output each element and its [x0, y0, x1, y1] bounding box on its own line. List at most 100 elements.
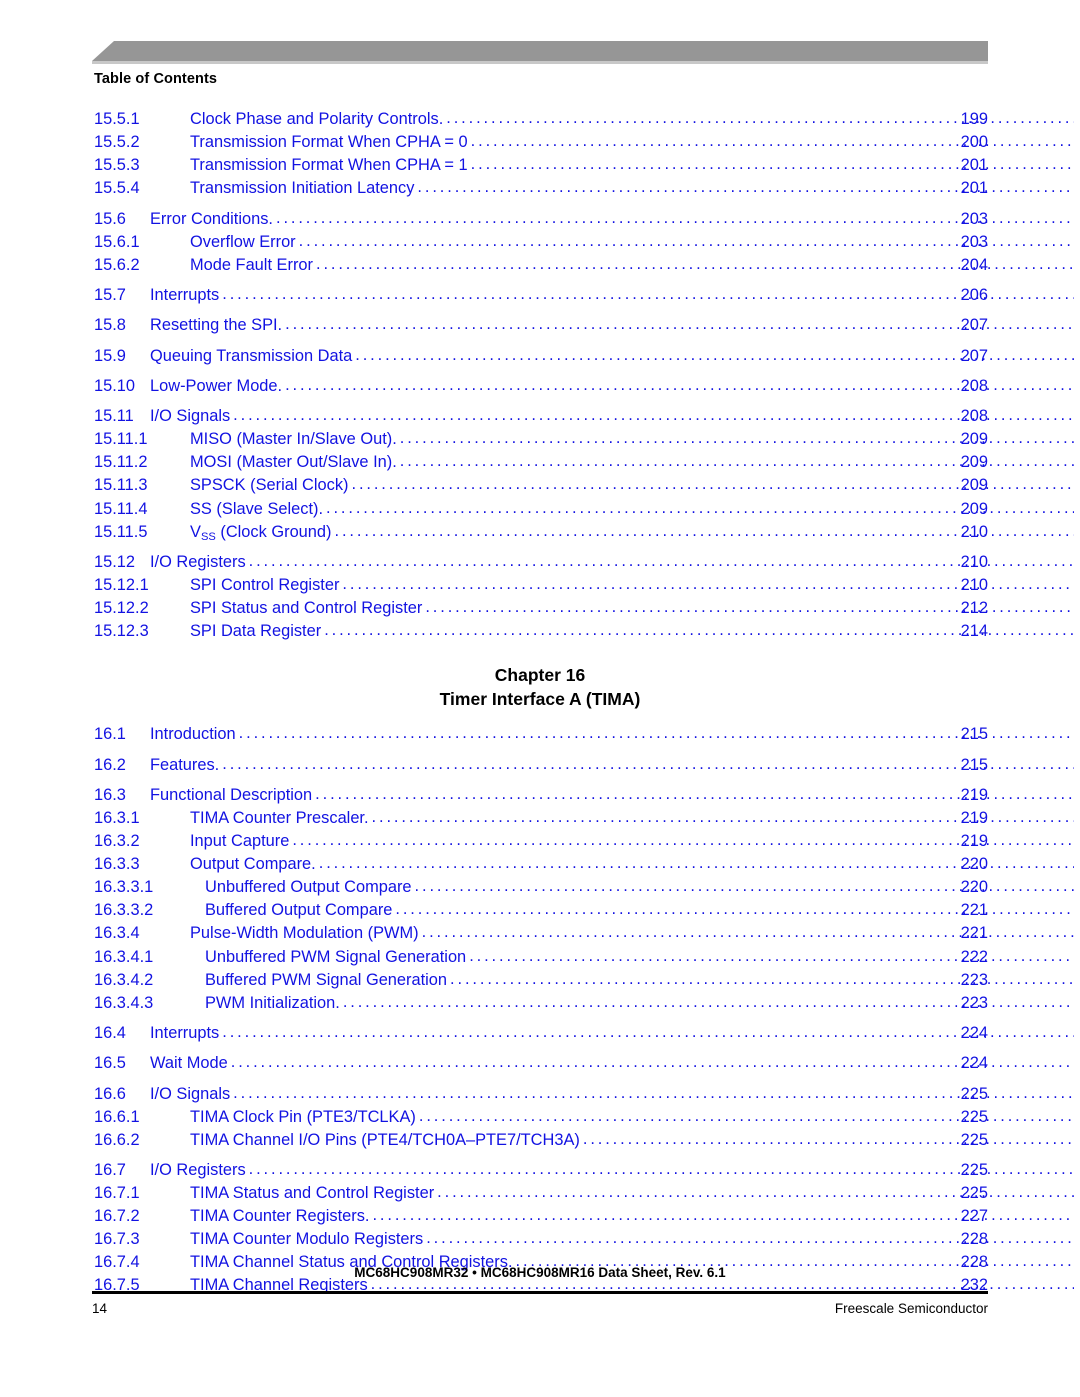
toc-entry-page-number: 215 [960, 725, 988, 744]
toc-entry[interactable]: 16.3.4.2 Buffered PWM Signal Generation..… [0, 971, 1080, 994]
toc-entry-page-number: 214 [960, 622, 988, 641]
toc-entry-page-number: 219 [960, 785, 988, 804]
toc-entry-number: 15.6.2 [94, 255, 140, 274]
toc-entry[interactable]: 15.5.2 Transmission Format When CPHA = 0.… [0, 133, 1080, 156]
toc-entry-page-number: 225 [960, 1084, 988, 1103]
toc-entry-title: Low-Power Mode. [150, 376, 283, 395]
toc-entry[interactable]: 16.3.3.1 Unbuffered Output Compare.......… [0, 878, 1080, 901]
toc-entry-number: 16.3.3 [94, 855, 140, 874]
toc-entry[interactable]: 15.5.1 Clock Phase and Polarity Controls.… [0, 110, 1080, 133]
toc-entry[interactable]: 15.9 Queuing Transmission Data...........… [0, 347, 1080, 370]
toc-entry-title: Buffered Output Compare [205, 901, 393, 920]
toc-entry-page-number: 225 [960, 1107, 988, 1126]
toc-entry[interactable]: 16.3.3 Output Compare....................… [0, 855, 1080, 878]
toc-entry[interactable]: 15.11.5 VSS (Clock Ground)...............… [0, 523, 1080, 546]
toc-entry-title: Pulse-Width Modulation (PWM) [190, 924, 419, 943]
toc-entry[interactable]: 16.3.1 TIMA Counter Prescaler............… [0, 809, 1080, 832]
toc-entry-page-number: 210 [960, 552, 988, 571]
toc-entry[interactable]: 16.3.4.1 Unbuffered PWM Signal Generation… [0, 948, 1080, 971]
toc-entry-page-number: 215 [960, 755, 988, 774]
toc-entry-title: TIMA Status and Control Register [190, 1184, 435, 1203]
toc-entry[interactable]: 16.1 Introduction........................… [0, 725, 1080, 748]
toc-entry-number: 16.2 [94, 755, 126, 774]
toc-entry[interactable]: 15.6 Error Conditions....................… [0, 210, 1080, 233]
toc-entry[interactable]: 15.12 I/O Registers......................… [0, 553, 1080, 576]
toc-entry-page-number: 220 [960, 878, 988, 897]
toc-entry-number: 15.11 [94, 407, 134, 426]
toc-entry[interactable]: 16.7.1 TIMA Status and Control Register..… [0, 1184, 1080, 1207]
toc-entry-title: Interrupts [150, 1023, 220, 1042]
toc-entry-title: Wait Mode [150, 1054, 228, 1073]
toc-entry-title: Overflow Error [190, 232, 296, 251]
toc-entry-page-number: 212 [960, 599, 988, 618]
toc-entry[interactable]: 15.12.3 SPI Data Register................… [0, 622, 1080, 645]
toc-entry-page-number: 209 [960, 453, 988, 472]
toc-entry-title-wrap: Introduction............................… [150, 725, 1074, 744]
toc-entry-page-number: 225 [960, 1130, 988, 1149]
toc-entry[interactable]: 15.8 Resetting the SPI...................… [0, 316, 1080, 339]
toc-entry[interactable]: 16.6 I/O Signals.........................… [0, 1085, 1080, 1108]
toc-entry[interactable]: 15.12.1 SPI Control Register.............… [0, 576, 1080, 599]
toc-entry[interactable]: 16.3 Functional Description..............… [0, 786, 1080, 809]
toc-entry[interactable]: 16.2 Features............................… [0, 756, 1080, 779]
toc-entry-title: TIMA Counter Modulo Registers [190, 1230, 424, 1249]
toc-entry-number: 15.5.4 [94, 179, 140, 198]
toc-entry-title: I/O Signals [150, 1084, 231, 1103]
chapter-heading: Chapter 16 Timer Interface A (TIMA) [0, 663, 1080, 711]
toc-entry-page-number: 219 [960, 832, 988, 851]
toc-entry-title: PWM Initialization. [205, 993, 340, 1012]
toc-entry[interactable]: 15.12.2 SPI Status and Control Register..… [0, 599, 1080, 622]
toc-entry-title: Introduction [150, 725, 236, 744]
toc-entry-title: Input Capture [190, 832, 290, 851]
toc-entry-title: Transmission Format When CPHA = 1 [190, 156, 468, 175]
toc-entry[interactable]: 15.11 I/O Signals........................… [0, 407, 1080, 430]
toc-entry-title: SPI Status and Control Register [190, 599, 423, 618]
toc-entry[interactable]: 16.3.4.3 PWM Initialization..............… [0, 994, 1080, 1017]
toc-entry-page-number: 201 [960, 156, 988, 175]
toc-entry-page-number: 228 [960, 1230, 988, 1249]
toc-entry[interactable]: 15.5.4 Transmission Initiation Latency...… [0, 179, 1080, 202]
toc-entry-page-number: 224 [960, 1023, 988, 1042]
toc-entry-title: VSS (Clock Ground) [190, 522, 332, 542]
toc-entry[interactable]: 16.3.3.2 Buffered Output Compare.........… [0, 901, 1080, 924]
toc-entry[interactable]: 15.7 Interrupts..........................… [0, 286, 1080, 309]
toc-entry[interactable]: 16.7.3 TIMA Counter Modulo Registers.....… [0, 1230, 1080, 1253]
toc-list-chapter-15: 15.5.1 Clock Phase and Polarity Controls.… [0, 110, 1080, 645]
toc-entry[interactable]: 15.6.2 Mode Fault Error..................… [0, 256, 1080, 279]
toc-entry-number: 15.9 [94, 346, 126, 365]
toc-entry[interactable]: 16.5 Wait Mode...........................… [0, 1054, 1080, 1077]
toc-entry-title: SPI Data Register [190, 622, 322, 641]
toc-entry-number: 16.3.1 [94, 808, 140, 827]
toc-entry[interactable]: 16.6.2 TIMA Channel I/O Pins (PTE4/TCH0A–… [0, 1131, 1080, 1154]
footer-divider-rule [92, 1291, 988, 1294]
toc-entry[interactable]: 15.11.1 MISO (Master In/Slave Out).......… [0, 430, 1080, 453]
toc-entry[interactable]: 15.6.1 Overflow Error....................… [0, 233, 1080, 256]
toc-entry[interactable]: 16.6.1 TIMA Clock Pin (PTE3/TCLKA).......… [0, 1108, 1080, 1131]
toc-entry-number: 16.6.1 [94, 1107, 140, 1126]
toc-entry[interactable]: 15.11.2 MOSI (Master Out/Slave In).......… [0, 453, 1080, 476]
toc-entry[interactable]: 15.5.3 Transmission Format When CPHA = 1.… [0, 156, 1080, 179]
toc-entry[interactable]: 15.11.4 SS (Slave Select)................… [0, 500, 1080, 523]
toc-entry[interactable]: 16.7.2 TIMA Counter Registers............… [0, 1207, 1080, 1230]
toc-entry-number: 15.12 [94, 552, 136, 571]
toc-entry-title-wrap: Interrupts..............................… [150, 1024, 1074, 1043]
toc-entry[interactable]: 16.3.2 Input Capture.....................… [0, 832, 1080, 855]
toc-entry-page-number: 206 [960, 286, 988, 305]
toc-entry-number: 15.12.3 [94, 622, 149, 641]
toc-entry-title: TIMA Counter Registers. [190, 1207, 370, 1226]
toc-entry-title: TIMA Clock Pin (PTE3/TCLKA) [190, 1107, 416, 1126]
toc-entry-number: 16.1 [94, 725, 126, 744]
toc-entry-page-number: 227 [960, 1207, 988, 1226]
toc-entry-title: TIMA Channel I/O Pins (PTE4/TCH0A–PTE7/T… [190, 1130, 580, 1149]
toc-entry-number: 15.5.2 [94, 133, 140, 152]
toc-entry[interactable]: 15.11.3 SPSCK (Serial Clock).............… [0, 476, 1080, 499]
toc-entry[interactable]: 15.10 Low-Power Mode.....................… [0, 377, 1080, 400]
toc-entry-title: Interrupts [150, 286, 220, 305]
toc-entry[interactable]: 16.3.4 Pulse-Width Modulation (PWM)......… [0, 924, 1080, 947]
toc-entry-page-number: 209 [960, 499, 988, 518]
toc-entry[interactable]: 16.4 Interrupts..........................… [0, 1024, 1080, 1047]
toc-entry-title: MOSI (Master Out/Slave In). [190, 453, 397, 472]
toc-entry[interactable]: 16.7 I/O Registers.......................… [0, 1161, 1080, 1184]
footer-page-number: 14 [92, 1301, 108, 1316]
toc-leader-dots: ........................................… [582, 1130, 1074, 1148]
